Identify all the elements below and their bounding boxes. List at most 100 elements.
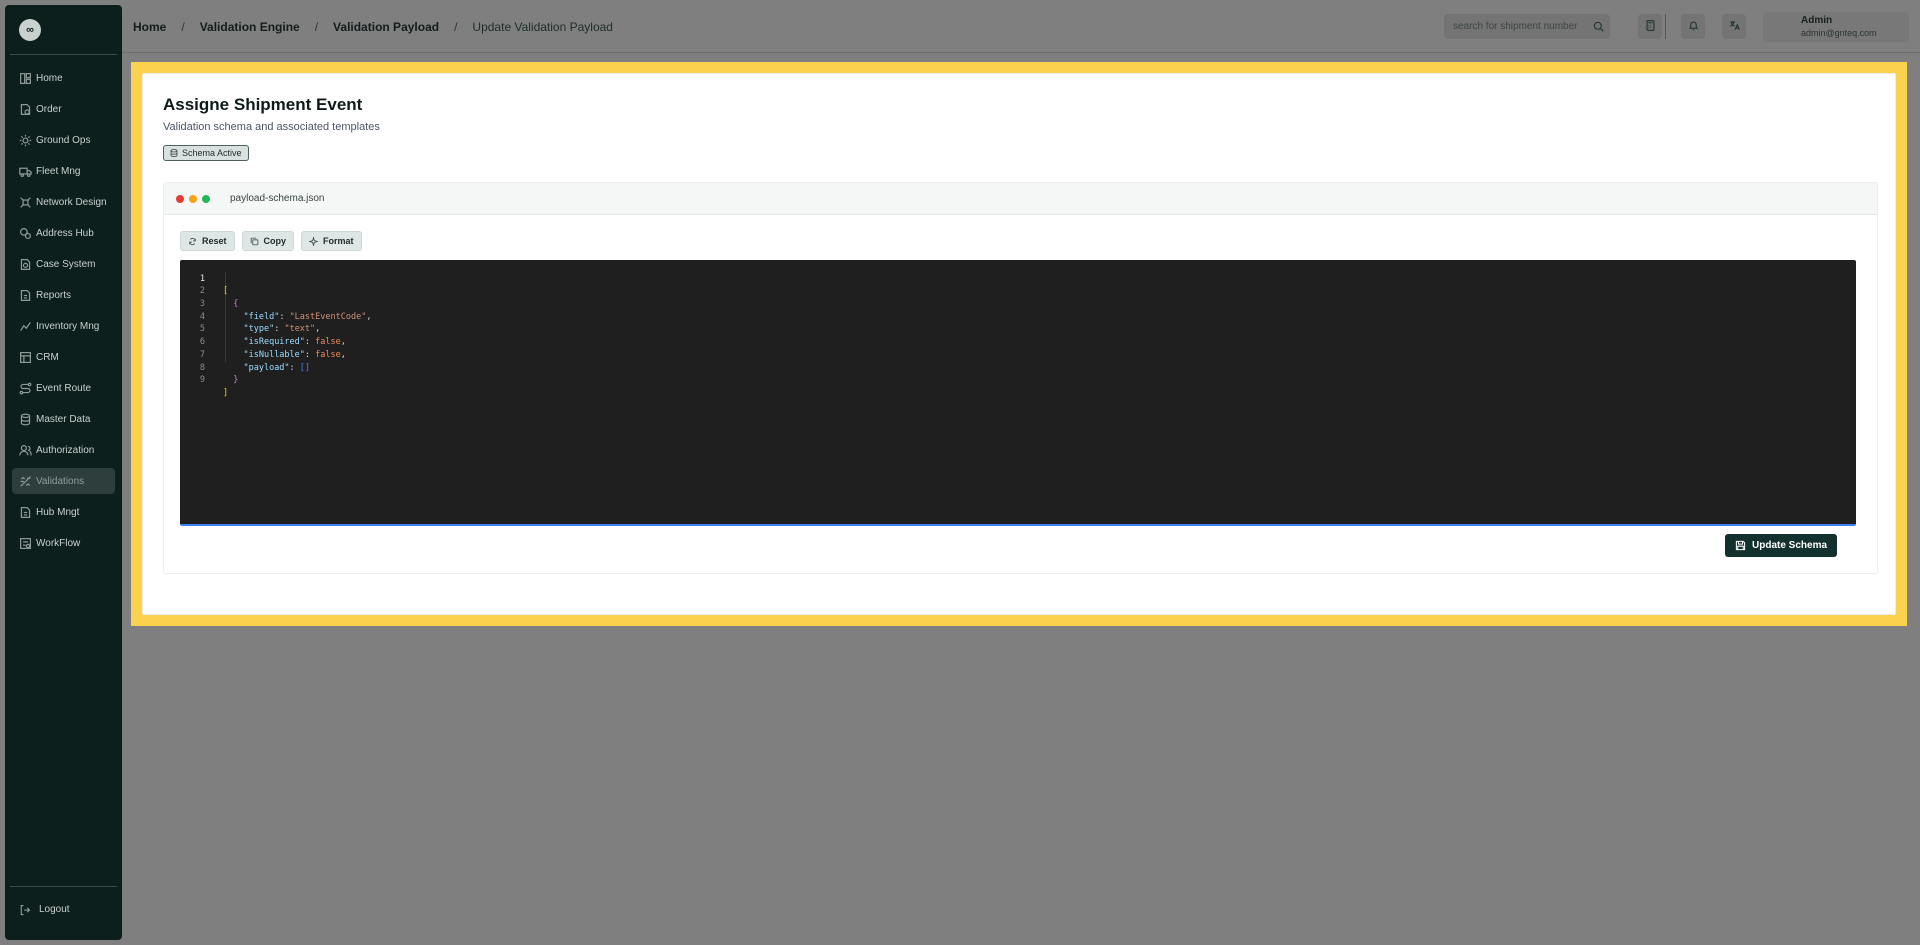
sidebar-item-label: Ground Ops [36, 134, 91, 146]
page-title: Assigne Shipment Event [163, 95, 363, 114]
code-editor[interactable]: 1 [ 2 { 3 "field": "LastEventCode", 4 "t… [180, 260, 1856, 526]
copy-icon [250, 237, 258, 245]
breadcrumb-separator: / [454, 20, 458, 34]
code-line: 7 "payload": [] [180, 336, 1856, 373]
window-close-dot [176, 194, 184, 203]
sidebar-item-label: Address Hub [36, 227, 94, 239]
code-line: 3 "field": "LastEventCode", [180, 285, 1856, 322]
sidebar-item-reports[interactable]: Reports [12, 282, 115, 308]
sidebar-nav: Home Order Ground Ops Fleet Mng Network … [5, 55, 122, 886]
user-email: admin@gnteq.com [1801, 28, 1877, 38]
window-minimize-dot [189, 194, 197, 203]
sidebar: ∞ Home Order Ground Ops Fleet Mng Networ… [5, 5, 122, 940]
update-schema-button[interactable]: Update Schema [1725, 534, 1838, 557]
sidebar-item-label: Network Design [36, 196, 107, 208]
code-line: 2 { [180, 273, 1856, 309]
validation-icon [18, 474, 32, 488]
ground-ops-icon [18, 133, 32, 147]
breadcrumb-separator: / [314, 20, 319, 34]
logout-label: Logout [39, 904, 70, 915]
logout-icon [20, 904, 31, 915]
database-icon [170, 149, 178, 157]
editor-panel: payload-schema.json Reset Copy Format 1 … [163, 182, 1878, 574]
sidebar-item-label: Event Route [36, 382, 92, 394]
format-button-label: Format [323, 236, 354, 246]
sidebar-item-label: Authorization [36, 444, 95, 456]
truck-icon [18, 164, 32, 178]
search-box [1444, 14, 1610, 39]
sidebar-item-event-route[interactable]: Event Route [12, 375, 115, 401]
sidebar-item-case-system[interactable]: Case System [12, 251, 115, 277]
logout-button[interactable]: Logout [10, 886, 117, 932]
sidebar-item-ground-ops[interactable]: Ground Ops [12, 127, 115, 153]
workflow-icon [18, 536, 32, 550]
bell-icon [1688, 18, 1699, 36]
inventory-icon [18, 319, 32, 333]
sidebar-item-network-design[interactable]: Network Design [12, 189, 115, 215]
breadcrumb-current: Update Validation Payload [472, 20, 613, 34]
code-line: 1 [ [180, 260, 1856, 297]
sidebar-item-master-data[interactable]: Master Data [12, 406, 115, 432]
code-token: ] [223, 387, 229, 398]
logo[interactable]: ∞ [19, 18, 41, 41]
notifications-button[interactable] [1681, 14, 1705, 39]
code-text: ] [223, 387, 228, 400]
hub-icon [18, 505, 32, 519]
code-line: 8 } [180, 349, 1856, 386]
breadcrumb-separator: / [181, 20, 185, 34]
status-badge: Schema Active [163, 145, 249, 161]
page-subtitle: Validation schema and associated templat… [163, 121, 380, 133]
sidebar-item-order[interactable]: Order [12, 96, 115, 122]
sidebar-item-fleet-mng[interactable]: Fleet Mng [12, 158, 115, 184]
search-icon[interactable] [1593, 21, 1604, 32]
language-button[interactable] [1722, 14, 1746, 39]
sidebar-item-authorization[interactable]: Authorization [12, 437, 115, 463]
crm-icon [18, 350, 32, 364]
translate-icon [1729, 18, 1740, 36]
topbar: Home / Validation Engine / Validation Pa… [122, 0, 1920, 53]
code-line: 4 "type": "text", [180, 298, 1856, 335]
sidebar-item-label: Reports [36, 289, 72, 301]
sidebar-item-home[interactable]: Home [12, 65, 115, 91]
reset-button[interactable]: Reset [180, 231, 235, 251]
map-pin-icon [18, 226, 32, 240]
order-icon [18, 102, 32, 116]
sidebar-item-crm[interactable]: CRM [12, 344, 115, 370]
sidebar-item-label: Case System [36, 258, 96, 270]
logo-area: ∞ [10, 5, 117, 55]
sidebar-item-label: Master Data [36, 413, 91, 425]
schema-card: Assigne Shipment Event Validation schema… [142, 73, 1896, 615]
sidebar-item-inventory-mng[interactable]: Inventory Mng [12, 313, 115, 339]
sidebar-item-label: Hub Mngt [36, 506, 80, 518]
refresh-icon [189, 237, 196, 245]
editor-filename: payload-schema.json [230, 193, 325, 204]
breadcrumb-validation-payload[interactable]: Validation Payload [333, 20, 439, 34]
reset-button-label: Reset [202, 236, 227, 246]
users-icon [18, 443, 32, 457]
calculator-button[interactable] [1638, 14, 1662, 39]
copy-button[interactable]: Copy [241, 231, 295, 251]
network-icon [18, 195, 32, 209]
sidebar-item-hub-mngt[interactable]: Hub Mngt [12, 499, 115, 525]
sparkle-icon [309, 236, 319, 246]
sidebar-item-workflow[interactable]: WorkFlow [12, 530, 115, 556]
editor-toolbar: Reset Copy Format [180, 231, 369, 251]
format-button[interactable]: Format [301, 231, 362, 251]
breadcrumb: Home / Validation Engine / Validation Pa… [133, 20, 613, 34]
code-token: } [233, 375, 239, 386]
editor-header: payload-schema.json [164, 183, 1877, 215]
sidebar-item-label: Inventory Mng [36, 320, 100, 332]
search-input[interactable] [1453, 21, 1593, 32]
update-schema-label: Update Schema [1752, 540, 1828, 551]
code-line: 9 ] [180, 362, 1856, 398]
code-line: 6 "isNullable": false, [180, 323, 1856, 360]
breadcrumb-validation-engine[interactable]: Validation Engine [200, 20, 300, 34]
user-menu[interactable]: Admin admin@gnteq.com [1763, 12, 1909, 42]
breadcrumb-home[interactable]: Home [133, 20, 166, 34]
sidebar-item-validations[interactable]: Validations [12, 468, 115, 494]
sidebar-item-label: WorkFlow [36, 537, 81, 549]
copy-button-label: Copy [263, 236, 287, 246]
dashboard-icon [18, 71, 32, 85]
sidebar-item-address-hub[interactable]: Address Hub [12, 220, 115, 246]
route-icon [18, 381, 32, 395]
